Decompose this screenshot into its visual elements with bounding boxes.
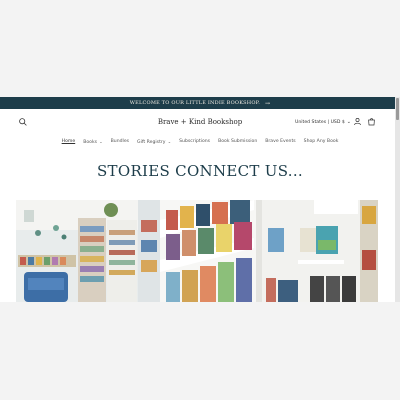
page-scrollbar[interactable] [395,97,400,302]
hero-heading: STORIES CONNECT US... [96,162,303,180]
nav-item-books-label: Books [83,139,98,145]
nav-item-gift-registry[interactable]: Gift Registry ⌄ [137,139,171,145]
hero-image [16,200,378,302]
chevron-down-icon: ⌄ [166,138,172,144]
nav-item-bundles[interactable]: Bundles [111,139,129,144]
main-nav: Home Books ⌄ Bundles Gift Registry ⌄ Sub… [0,135,400,148]
chevron-down-icon: ⌄ [98,138,103,144]
nav-item-brave-events[interactable]: Brave Events [265,139,295,144]
nav-item-subscriptions[interactable]: Subscriptions [179,139,210,144]
nav-item-gift-registry-label: Gift Registry [137,139,166,145]
cart-icon[interactable] [367,117,376,126]
nav-item-books[interactable]: Books ⌄ [83,139,102,145]
storefront-page: WELCOME TO OUR LITTLE INDIE BOOKSHOP. → … [0,97,400,302]
announcement-text: WELCOME TO OUR LITTLE INDIE BOOKSHOP. [129,100,260,106]
nav-item-shop-any-book[interactable]: Shop Any Book [304,139,339,144]
nav-item-book-submission[interactable]: Book Submission [218,139,257,144]
announcement-bar[interactable]: WELCOME TO OUR LITTLE INDIE BOOKSHOP. → [0,97,400,109]
chevron-down-icon: ⌄ [346,119,351,125]
arrow-right-icon: → [264,99,271,107]
account-icon[interactable] [353,117,362,126]
currency-label: United States | USD $ [295,120,345,125]
currency-selector[interactable]: United States | USD $ ⌄ [295,119,351,125]
scrollbar-thumb[interactable] [396,98,399,120]
nav-item-home[interactable]: Home [62,139,76,144]
site-header: Brave + Kind Bookshop United States | US… [0,109,400,135]
